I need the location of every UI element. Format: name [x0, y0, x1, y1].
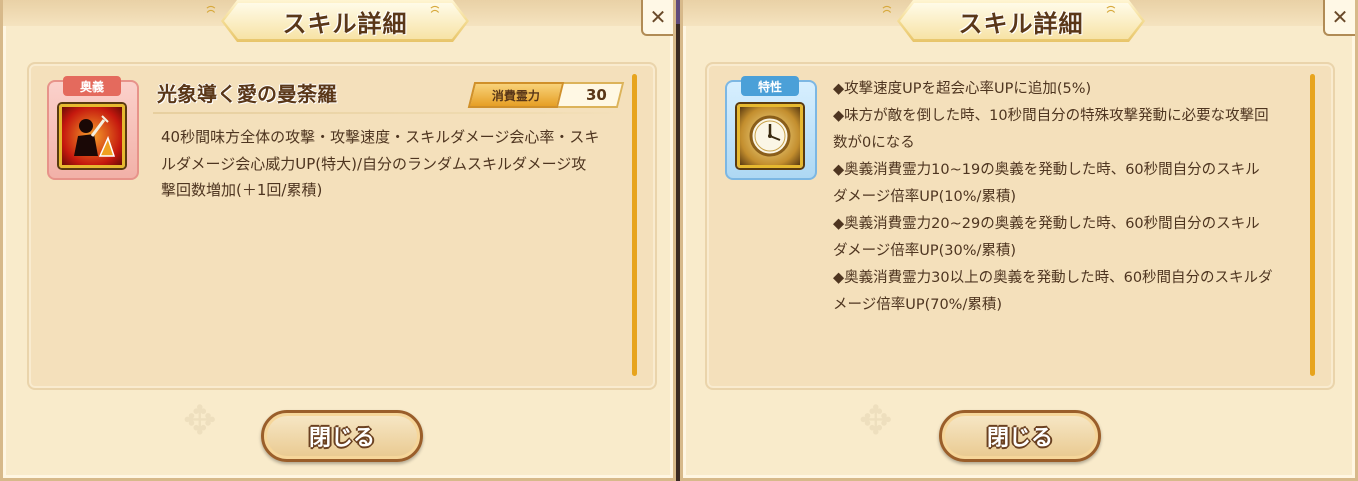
cost-label: 消費霊力	[467, 82, 565, 108]
cost-value: 30	[586, 86, 607, 104]
cost-badge: 消費霊力 30	[467, 82, 625, 108]
trait-item: ◆奥義消費霊力10~19の奥義を発動した時、60秒間自分のスキルダメージ倍率UP…	[833, 162, 1260, 205]
background-ornament: ✥	[859, 398, 893, 444]
skill-description: 40秒間味方全体の攻撃・攻撃速度・スキルダメージ会心率・スキルダメージ会心威力U…	[161, 128, 600, 199]
trait-item: ◆奥義消費霊力30以上の奥義を発動した時、60秒間自分のスキルダメージ倍率UP(…	[833, 270, 1273, 313]
skill-detail-panel-left: ꩰ スキル詳細 ꩰ ✕ 奥義 光象導く愛の曼荼羅 消費霊力 30 40秒間味方全…	[0, 0, 676, 481]
close-button-label: 閉じる	[986, 426, 1053, 451]
category-tag: 奥義	[63, 76, 121, 96]
close-button[interactable]: 閉じる	[939, 410, 1101, 462]
trait-icon-frame: 特性	[725, 76, 817, 180]
background-ornament: ✥	[183, 398, 217, 444]
trait-list: ◆攻撃速度UPを超会心率UPに追加(5%) ◆味方が敵を倒した時、10秒間自分の…	[833, 76, 1273, 319]
panel-title: スキル詳細	[958, 9, 1084, 38]
trait-item: ◆奥義消費霊力20~29の奥義を発動した時、60秒間自分のスキルダメージ倍率UP…	[833, 216, 1260, 259]
close-corner-icon[interactable]: ✕	[1323, 0, 1355, 36]
close-button-label: 閉じる	[308, 426, 375, 451]
title-banner: スキル詳細	[897, 0, 1145, 42]
skill-detail-panel-right: ꩰ スキル詳細 ꩰ ✕ 特性 ◆攻撃速度UPを超会心率UPに追加(5%) ◆味方…	[680, 0, 1358, 481]
trait-item: ◆攻撃速度UPを超会心率UPに追加(5%)	[833, 81, 1092, 97]
title-banner: スキル詳細	[221, 0, 469, 42]
clock-icon	[737, 104, 803, 168]
divider	[153, 112, 625, 114]
skill-name: 光象導く愛の曼荼羅	[157, 82, 337, 106]
skill-icon-frame: 奥義	[47, 76, 139, 180]
close-button[interactable]: 閉じる	[261, 410, 423, 462]
sword-warrior-icon	[59, 104, 125, 168]
trait-item: ◆味方が敵を倒した時、10秒間自分の特殊攻撃発動に必要な攻撃回数が0になる	[833, 108, 1269, 151]
panel-title: スキル詳細	[282, 9, 408, 38]
skill-content-box: 奥義 光象導く愛の曼荼羅 消費霊力 30 40秒間味方全体の攻撃・攻撃速度・スキ…	[27, 62, 657, 390]
scrollbar[interactable]	[1310, 74, 1315, 376]
scrollbar[interactable]	[632, 74, 637, 376]
trait-content-box: 特性 ◆攻撃速度UPを超会心率UPに追加(5%) ◆味方が敵を倒した時、10秒間…	[705, 62, 1335, 390]
close-corner-icon[interactable]: ✕	[641, 0, 673, 36]
category-tag: 特性	[741, 76, 799, 96]
